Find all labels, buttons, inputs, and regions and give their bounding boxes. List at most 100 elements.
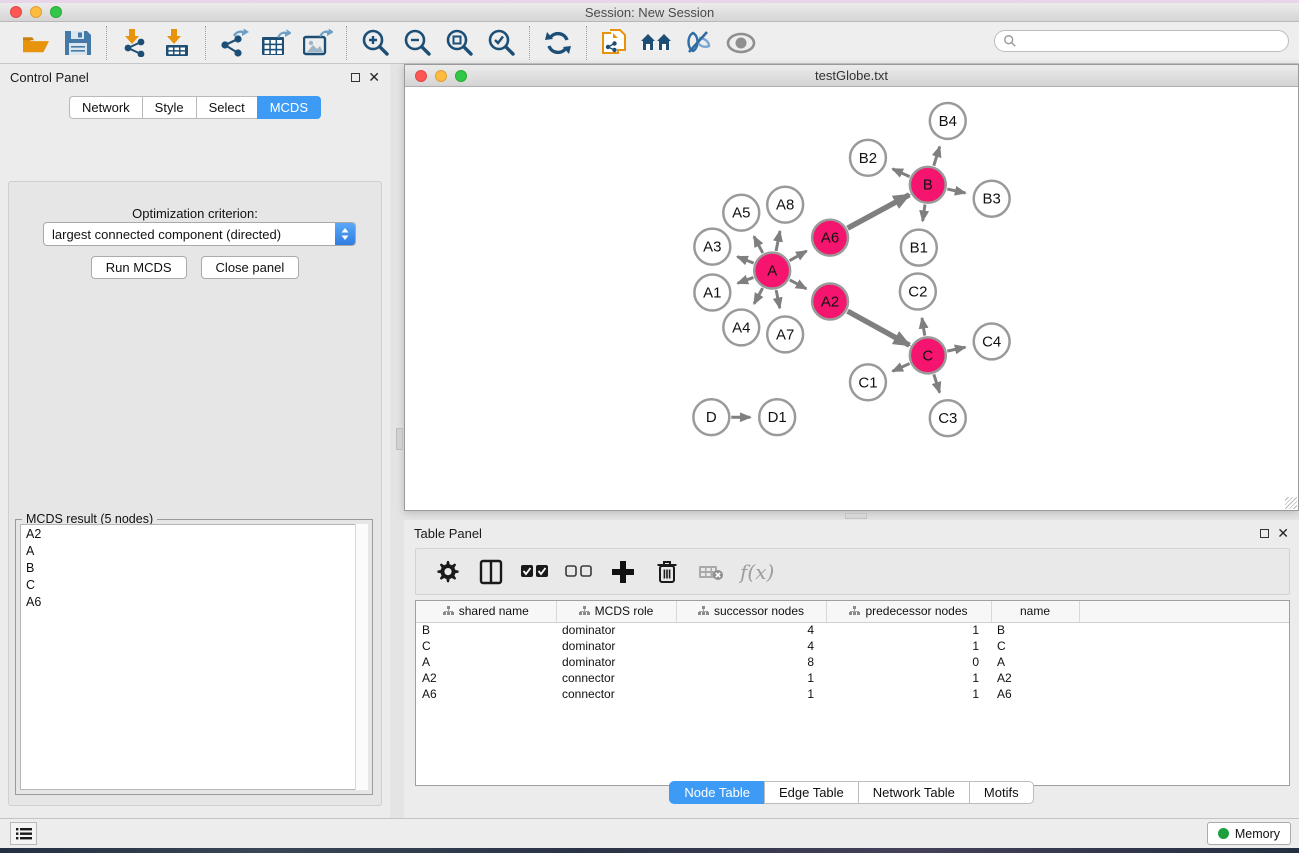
close-panel-icon[interactable]: ✕: [368, 72, 380, 82]
edge-A6-B[interactable]: [848, 195, 910, 228]
horizontal-splitter-handle[interactable]: [845, 513, 867, 519]
edge-A-A4[interactable]: [754, 288, 763, 304]
zoom-selected-button[interactable]: [483, 26, 519, 60]
memory-button[interactable]: Memory: [1207, 822, 1291, 845]
edge-A-A8[interactable]: [776, 231, 780, 251]
edge-A-A6[interactable]: [790, 251, 807, 261]
delete-row-button[interactable]: [652, 557, 682, 587]
delete-column-button[interactable]: [696, 557, 726, 587]
result-item[interactable]: A2: [21, 525, 367, 542]
open-session-button[interactable]: [18, 26, 54, 60]
table-row[interactable]: Cdominator41C: [416, 638, 1289, 654]
table-row[interactable]: Bdominator41B: [416, 622, 1289, 638]
edge-C-C4[interactable]: [947, 347, 965, 351]
column-header[interactable]: MCDS role: [556, 601, 676, 622]
import-network-button[interactable]: [117, 26, 153, 60]
node-C4[interactable]: C4: [974, 323, 1010, 359]
zoom-out-button[interactable]: [399, 26, 435, 60]
edge-A2-C[interactable]: [848, 311, 910, 345]
node-A[interactable]: A: [754, 253, 790, 289]
network-canvas-wrap[interactable]: B4 B2 B B3 A8A5 A6 A3 B1 A C2 A1 A2 A4A7 C4 C C1 C3 D D1: [405, 87, 1298, 510]
show-graphics-details-button[interactable]: [639, 26, 675, 60]
node-A8[interactable]: A8: [767, 187, 803, 223]
column-header[interactable]: predecessor nodes: [826, 601, 991, 622]
select-all-button[interactable]: [520, 557, 550, 587]
node-B2[interactable]: B2: [850, 140, 886, 176]
edge-B-B3[interactable]: [947, 189, 965, 193]
tab-node-table[interactable]: Node Table: [669, 781, 764, 804]
result-item[interactable]: C: [21, 576, 367, 593]
add-row-button[interactable]: [608, 557, 638, 587]
import-table-button[interactable]: [159, 26, 195, 60]
result-list-scrollbar[interactable]: [355, 524, 368, 790]
node-C[interactable]: C: [910, 337, 946, 373]
node-D[interactable]: D: [693, 399, 729, 435]
node-B4[interactable]: B4: [930, 103, 966, 139]
tab-motifs[interactable]: Motifs: [969, 781, 1034, 804]
vertical-splitter-handle[interactable]: [396, 428, 403, 450]
edge-A-A3[interactable]: [737, 257, 753, 264]
node-B1[interactable]: B1: [901, 230, 937, 266]
node-A4[interactable]: A4: [723, 309, 759, 345]
node-A1[interactable]: A1: [694, 275, 730, 311]
node-A7[interactable]: A7: [767, 316, 803, 352]
refresh-layout-button[interactable]: [540, 26, 576, 60]
node-A3[interactable]: A3: [694, 229, 730, 265]
edge-A-A1[interactable]: [738, 277, 754, 283]
network-window-titlebar[interactable]: testGlobe.txt: [405, 65, 1298, 87]
tab-style[interactable]: Style: [142, 96, 196, 119]
tab-network[interactable]: Network: [69, 96, 142, 119]
node-B3[interactable]: B3: [974, 181, 1010, 217]
node-C3[interactable]: C3: [930, 400, 966, 436]
toggle-bird-eye-view-button[interactable]: [723, 26, 759, 60]
search-box[interactable]: [994, 30, 1289, 52]
optimization-criterion-dropdown[interactable]: largest connected component (directed): [43, 222, 356, 246]
column-header[interactable]: name: [991, 601, 1079, 622]
tab-mcds[interactable]: MCDS: [257, 96, 321, 119]
edge-C-C1[interactable]: [893, 364, 910, 372]
node-C2[interactable]: C2: [900, 274, 936, 310]
edge-A-A2[interactable]: [790, 280, 807, 289]
table-row[interactable]: Adominator80A: [416, 654, 1289, 670]
function-builder-button[interactable]: f(x): [740, 557, 774, 587]
task-history-button[interactable]: [10, 822, 37, 845]
new-network-from-selection-button[interactable]: [597, 26, 633, 60]
node-table[interactable]: shared nameMCDS rolesuccessor nodesprede…: [415, 600, 1290, 786]
table-header-row[interactable]: shared nameMCDS rolesuccessor nodesprede…: [416, 601, 1289, 622]
close-panel-button[interactable]: Close panel: [201, 256, 300, 279]
float-panel-icon[interactable]: [351, 73, 360, 82]
node-C1[interactable]: C1: [850, 364, 886, 400]
node-B[interactable]: B: [910, 167, 946, 203]
column-header[interactable]: successor nodes: [676, 601, 826, 622]
result-item[interactable]: A: [21, 542, 367, 559]
column-settings-button[interactable]: [432, 557, 462, 587]
search-input[interactable]: [1017, 34, 1288, 48]
window-resize-grip[interactable]: [1285, 497, 1297, 509]
mcds-result-list[interactable]: A2ABCA6: [20, 524, 368, 790]
export-image-button[interactable]: [300, 26, 336, 60]
edge-A-A7[interactable]: [776, 290, 780, 308]
column-header[interactable]: shared name: [416, 601, 556, 622]
save-session-button[interactable]: [60, 26, 96, 60]
node-A2[interactable]: A2: [812, 284, 848, 320]
zoom-in-button[interactable]: [357, 26, 393, 60]
deselect-all-button[interactable]: [564, 557, 594, 587]
node-D1[interactable]: D1: [759, 399, 795, 435]
node-A6[interactable]: A6: [812, 220, 848, 256]
edge-C-C3[interactable]: [934, 374, 940, 392]
edge-C-C2[interactable]: [922, 318, 925, 336]
export-table-button[interactable]: [258, 26, 294, 60]
tab-select[interactable]: Select: [196, 96, 257, 119]
edge-B-B1[interactable]: [923, 205, 925, 221]
show-column-button[interactable]: [476, 557, 506, 587]
result-item[interactable]: B: [21, 559, 367, 576]
tab-edge-table[interactable]: Edge Table: [764, 781, 858, 804]
close-table-panel-icon[interactable]: ✕: [1277, 528, 1289, 538]
edge-A-A5[interactable]: [754, 236, 763, 253]
node-A5[interactable]: A5: [723, 195, 759, 231]
toggle-labels-button[interactable]: [681, 26, 717, 60]
table-row[interactable]: A2connector11A2: [416, 670, 1289, 686]
tab-network-table[interactable]: Network Table: [858, 781, 969, 804]
edge-B-B4[interactable]: [934, 147, 940, 166]
edge-B-B2[interactable]: [893, 169, 910, 177]
